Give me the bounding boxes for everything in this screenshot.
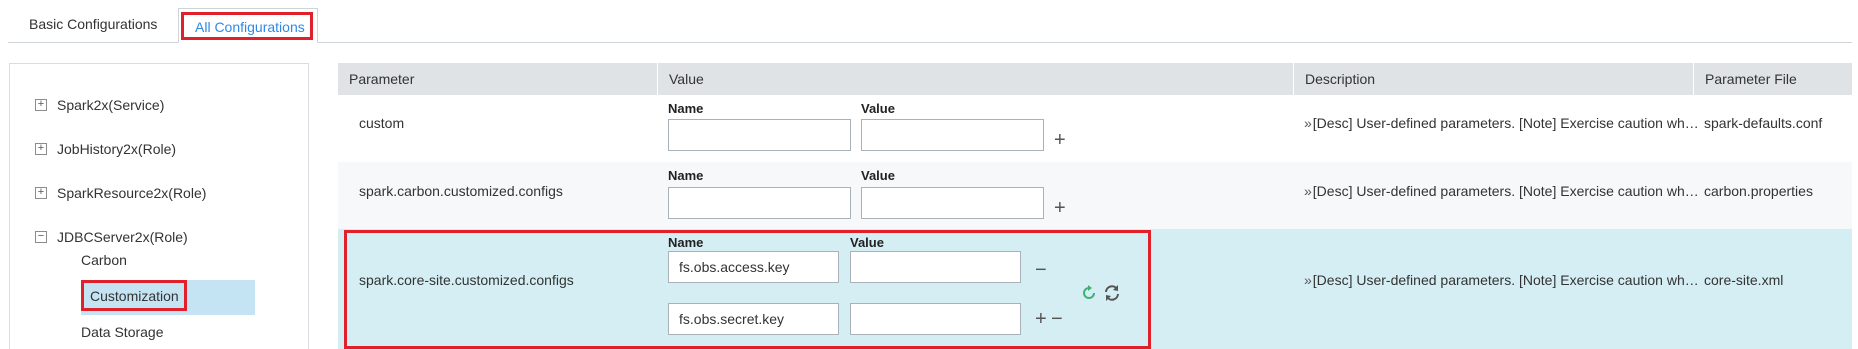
header-value: Value [658,63,1294,95]
remove-icon[interactable]: − [1051,309,1063,329]
parameter-name: spark.carbon.customized.configs [359,183,563,199]
header-parameter: Parameter [338,63,658,95]
name-input[interactable] [668,303,839,335]
tab-bar: Basic Configurations All Configurations [0,0,1852,44]
remove-icon[interactable]: − [1035,260,1047,280]
expand-description-icon[interactable]: » [1304,115,1312,131]
tree-child-customization[interactable]: Customization [81,280,255,315]
tab-basic-configurations[interactable]: Basic Configurations [29,8,157,44]
value-column-label: Value [861,168,895,183]
name-column-label: Name [668,235,704,250]
value-input[interactable] [850,303,1021,335]
name-input[interactable] [668,251,839,283]
name-column-label: Name [668,101,704,116]
header-parameter-file: Parameter File [1705,71,1797,87]
parameter-file: core-site.xml [1704,272,1784,288]
name-column-label: Name [668,168,704,183]
tree-node-label[interactable]: JobHistory2x(Role) [57,137,176,161]
tree-node-label[interactable]: SparkResource2x(Role) [57,181,206,205]
tab-all-configurations-label: All Configurations [195,19,305,35]
parameter-name: custom [359,115,405,131]
expand-icon[interactable]: + [35,99,47,111]
config-tree: + Spark2x(Service) + JobHistory2x(Role) … [9,63,309,349]
parameter-description[interactable]: » [Desc] User-defined parameters. [Note] … [1304,183,1699,199]
refresh-icon[interactable] [1080,284,1098,302]
parameter-file: spark-defaults.conf [1704,115,1823,131]
parameter-description[interactable]: » [Desc] User-defined parameters. [Note] … [1304,115,1699,131]
expand-icon[interactable]: + [35,187,47,199]
parameter-name: spark.core-site.customized.configs [359,272,574,288]
add-icon[interactable]: + [1035,309,1047,329]
value-column-label: Value [861,101,895,116]
value-input[interactable] [850,251,1021,283]
parameter-file: carbon.properties [1704,183,1813,199]
table-row: spark.carbon.customized.configs Name Val… [338,162,1852,229]
tree-child-carbon[interactable]: Carbon [81,245,127,275]
collapse-icon[interactable]: − [35,231,47,243]
add-icon[interactable]: + [1054,130,1066,150]
sync-icon[interactable] [1103,284,1121,302]
description-text: [Desc] User-defined parameters. [Note] E… [1312,183,1699,199]
expand-description-icon[interactable]: » [1304,272,1312,288]
tree-node-label[interactable]: Spark2x(Service) [57,93,164,117]
expand-description-icon[interactable]: » [1304,183,1312,199]
table-header: Parameter Value Description Parameter Fi… [338,63,1852,95]
description-text: [Desc] User-defined parameters. [Note] E… [1312,115,1699,131]
tree-child-data-storage[interactable]: Data Storage [81,317,164,347]
add-icon[interactable]: + [1054,198,1066,218]
value-input[interactable] [861,119,1044,151]
expand-icon[interactable]: + [35,143,47,155]
tab-all-configurations[interactable]: All Configurations [178,8,318,43]
name-input[interactable] [668,119,851,151]
value-input[interactable] [861,187,1044,219]
name-input[interactable] [668,187,851,219]
parameter-description[interactable]: » [Desc] User-defined parameters. [Note] … [1304,272,1699,288]
table-row: spark.core-site.customized.configs Name … [338,229,1852,349]
value-column-label: Value [850,235,884,250]
description-text: [Desc] User-defined parameters. [Note] E… [1312,272,1699,288]
table-row: custom Name Value + » [Desc] User-defined… [338,95,1852,162]
header-description: Description [1294,63,1694,95]
tree-child-label[interactable]: Customization [90,280,179,313]
